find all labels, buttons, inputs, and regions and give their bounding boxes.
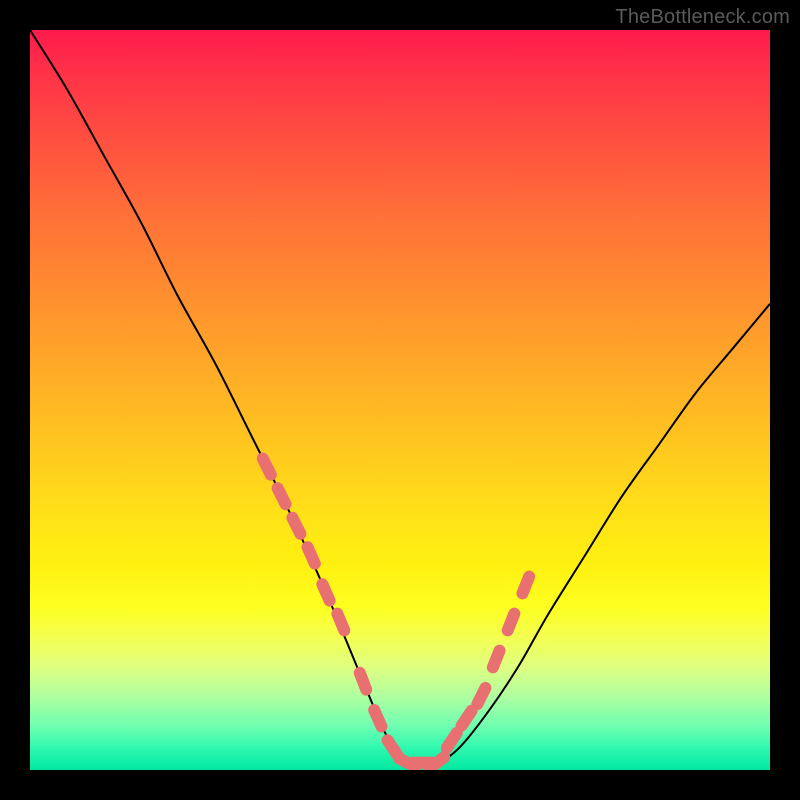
- highlight-dot: [337, 614, 344, 631]
- highlight-dot: [447, 733, 457, 748]
- highlight-dot: [508, 614, 515, 631]
- highlight-dot: [522, 577, 529, 594]
- curve-svg: [30, 30, 770, 770]
- highlight-dot: [292, 518, 300, 534]
- chart-frame: TheBottleneck.com: [0, 0, 800, 800]
- curve-path: [30, 30, 770, 764]
- highlight-dot: [493, 651, 500, 668]
- highlight-dot: [308, 547, 315, 563]
- highlight-dot: [360, 673, 366, 690]
- watermark-text: TheBottleneck.com: [615, 6, 790, 29]
- highlight-dot: [374, 710, 381, 726]
- highlight-dots: [263, 459, 529, 768]
- highlight-dot: [263, 459, 271, 475]
- highlight-dot: [462, 711, 472, 726]
- highlight-dot: [278, 488, 286, 504]
- highlight-dot: [477, 688, 485, 704]
- bottleneck-curve: [30, 30, 770, 764]
- highlight-dot: [322, 584, 329, 600]
- highlight-dot: [388, 740, 398, 755]
- plot-area: [30, 30, 770, 770]
